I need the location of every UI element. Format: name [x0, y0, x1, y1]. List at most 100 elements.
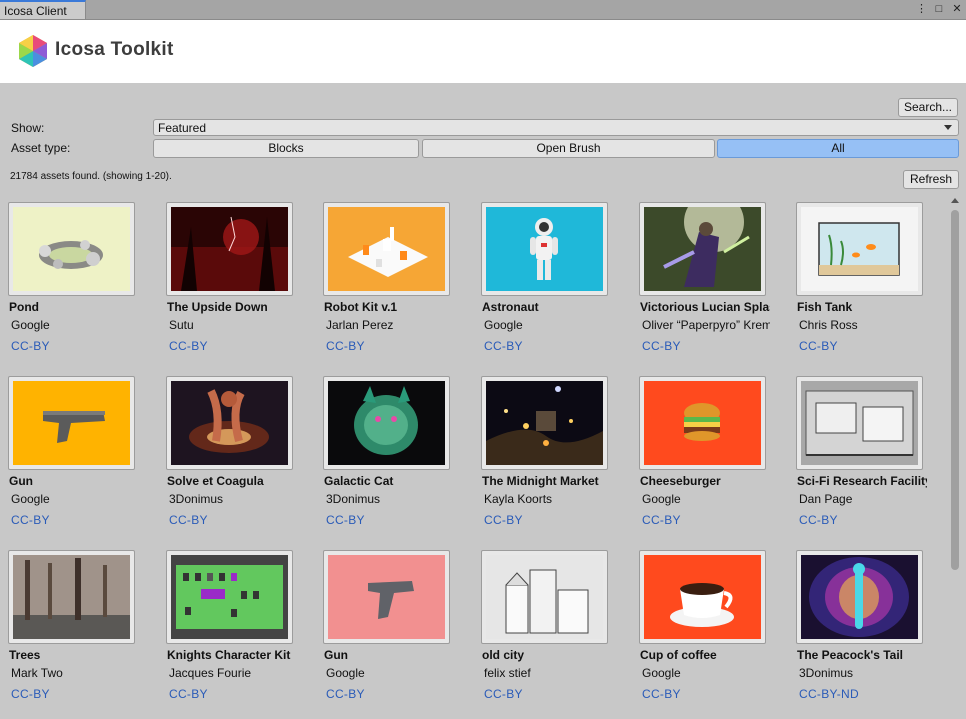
asset-author: Sutu: [169, 318, 194, 332]
asset-thumbnail[interactable]: [166, 376, 293, 470]
icosa-logo-icon: [19, 35, 47, 67]
asset-license-link[interactable]: CC-BY: [642, 687, 681, 701]
logo-text: Icosa Toolkit: [55, 39, 174, 60]
asset-license-link[interactable]: CC-BY: [169, 687, 208, 701]
asset-thumbnail[interactable]: [166, 202, 293, 296]
asset-thumbnail[interactable]: [639, 376, 766, 470]
asset-card[interactable]: Astronaut Google CC-BY: [481, 202, 631, 372]
window-tab-bar: Icosa Client ⋮ □ ✕: [0, 0, 966, 20]
show-label: Show:: [11, 121, 45, 135]
asset-thumbnail[interactable]: [796, 376, 923, 470]
asset-thumbnail[interactable]: [481, 202, 608, 296]
asset-thumbnail[interactable]: [166, 550, 293, 644]
asset-thumbnail[interactable]: [323, 550, 450, 644]
asset-card[interactable]: Pond Google CC-BY: [8, 202, 158, 372]
asset-title: Gun: [324, 648, 348, 662]
asset-license-link[interactable]: CC-BY: [326, 687, 365, 701]
asset-thumbnail[interactable]: [8, 376, 135, 470]
asset-license-link[interactable]: CC-BY: [642, 339, 681, 353]
asset-title: Fish Tank: [797, 300, 853, 314]
asset-license-link[interactable]: CC-BY-ND: [799, 687, 859, 701]
asset-type-label: Asset type:: [11, 141, 71, 155]
asset-author: Google: [326, 666, 365, 680]
asset-title: Solve et Coagula: [167, 474, 264, 488]
asset-card[interactable]: Victorious Lucian Splash Oliver “Paperpyr…: [639, 202, 789, 372]
asset-author: Google: [642, 666, 681, 680]
search-button[interactable]: Search...: [898, 98, 958, 117]
asset-card[interactable]: Gun Google CC-BY: [8, 376, 158, 546]
asset-card[interactable]: old city felix stief CC-BY: [481, 550, 631, 719]
asset-thumbnail[interactable]: [639, 550, 766, 644]
asset-card[interactable]: Gun Google CC-BY: [323, 550, 473, 719]
asset-author: Kayla Koorts: [484, 492, 553, 506]
asset-license-link[interactable]: CC-BY: [11, 339, 50, 353]
tab-icosa-client[interactable]: Icosa Client: [0, 0, 86, 19]
header: Icosa Toolkit: [0, 20, 966, 83]
asset-license-link[interactable]: CC-BY: [484, 687, 523, 701]
asset-card[interactable]: Cheeseburger Google CC-BY: [639, 376, 789, 546]
asset-grid: Pond Google CC-BY The Upside Down Sutu CC-BY R…: [0, 196, 948, 719]
asset-license-link[interactable]: CC-BY: [11, 687, 50, 701]
asset-author: Google: [484, 318, 523, 332]
asset-type-openbrush-button[interactable]: Open Brush: [422, 139, 715, 158]
asset-card[interactable]: Galactic Cat 3Donimus CC-BY: [323, 376, 473, 546]
asset-thumbnail[interactable]: [323, 376, 450, 470]
asset-type-all-button[interactable]: All: [717, 139, 959, 158]
asset-thumbnail[interactable]: [796, 550, 923, 644]
asset-thumbnail[interactable]: [8, 550, 135, 644]
chevron-down-icon: [944, 125, 952, 130]
asset-thumbnail[interactable]: [481, 550, 608, 644]
asset-card[interactable]: Sci-Fi Research Facility Dan Page CC-BY: [796, 376, 946, 546]
asset-author: Oliver “Paperpyro” Kremer: [642, 318, 770, 332]
asset-thumbnail[interactable]: [323, 202, 450, 296]
asset-title: Trees: [9, 648, 41, 662]
asset-author: 3Donimus: [169, 492, 224, 506]
asset-card[interactable]: The Peacock's Tail 3Donimus CC-BY-ND: [796, 550, 946, 719]
more-options-icon[interactable]: ⋮: [916, 3, 927, 16]
asset-title: Victorious Lucian Splash: [640, 300, 770, 314]
asset-card[interactable]: The Midnight Market Kayla Koorts CC-BY: [481, 376, 631, 546]
refresh-button[interactable]: Refresh: [903, 170, 959, 189]
asset-card[interactable]: Cup of coffee Google CC-BY: [639, 550, 789, 719]
asset-card[interactable]: Trees Mark Two CC-BY: [8, 550, 158, 719]
scrollbar-thumb[interactable]: [951, 210, 959, 570]
asset-card[interactable]: The Upside Down Sutu CC-BY: [166, 202, 316, 372]
asset-license-link[interactable]: CC-BY: [484, 513, 523, 527]
scroll-up-arrow-icon[interactable]: [951, 198, 959, 203]
asset-title: Astronaut: [482, 300, 539, 314]
asset-title: The Peacock's Tail: [797, 648, 904, 662]
asset-author: Jacques Fourie: [169, 666, 252, 680]
asset-thumbnail[interactable]: [796, 202, 923, 296]
asset-thumbnail[interactable]: [481, 376, 608, 470]
asset-thumbnail[interactable]: [639, 202, 766, 296]
asset-type-blocks-button[interactable]: Blocks: [153, 139, 419, 158]
close-icon[interactable]: ✕: [952, 3, 962, 16]
show-dropdown-value: Featured: [158, 121, 207, 135]
asset-title: Robot Kit v.1: [324, 300, 398, 314]
asset-author: 3Donimus: [799, 666, 854, 680]
asset-license-link[interactable]: CC-BY: [326, 513, 365, 527]
asset-license-link[interactable]: CC-BY: [326, 339, 365, 353]
asset-license-link[interactable]: CC-BY: [169, 513, 208, 527]
asset-license-link[interactable]: CC-BY: [799, 339, 838, 353]
show-dropdown[interactable]: Featured: [153, 119, 959, 136]
vertical-scrollbar[interactable]: [948, 196, 962, 719]
asset-author: Google: [11, 318, 50, 332]
asset-title: Cup of coffee: [640, 648, 717, 662]
asset-author: Chris Ross: [799, 318, 858, 332]
asset-title: Cheeseburger: [640, 474, 721, 488]
asset-title: The Upside Down: [167, 300, 268, 314]
asset-license-link[interactable]: CC-BY: [484, 339, 523, 353]
asset-thumbnail[interactable]: [8, 202, 135, 296]
asset-card[interactable]: Fish Tank Chris Ross CC-BY: [796, 202, 946, 372]
asset-license-link[interactable]: CC-BY: [642, 513, 681, 527]
asset-license-link[interactable]: CC-BY: [799, 513, 838, 527]
asset-card[interactable]: Knights Character Kit Jacques Fourie CC-BY: [166, 550, 316, 719]
asset-card[interactable]: Solve et Coagula 3Donimus CC-BY: [166, 376, 316, 546]
asset-title: Sci-Fi Research Facility: [797, 474, 927, 488]
asset-card[interactable]: Robot Kit v.1 Jarlan Perez CC-BY: [323, 202, 473, 372]
asset-license-link[interactable]: CC-BY: [11, 513, 50, 527]
asset-author: Google: [642, 492, 681, 506]
asset-license-link[interactable]: CC-BY: [169, 339, 208, 353]
maximize-icon[interactable]: □: [934, 3, 944, 16]
